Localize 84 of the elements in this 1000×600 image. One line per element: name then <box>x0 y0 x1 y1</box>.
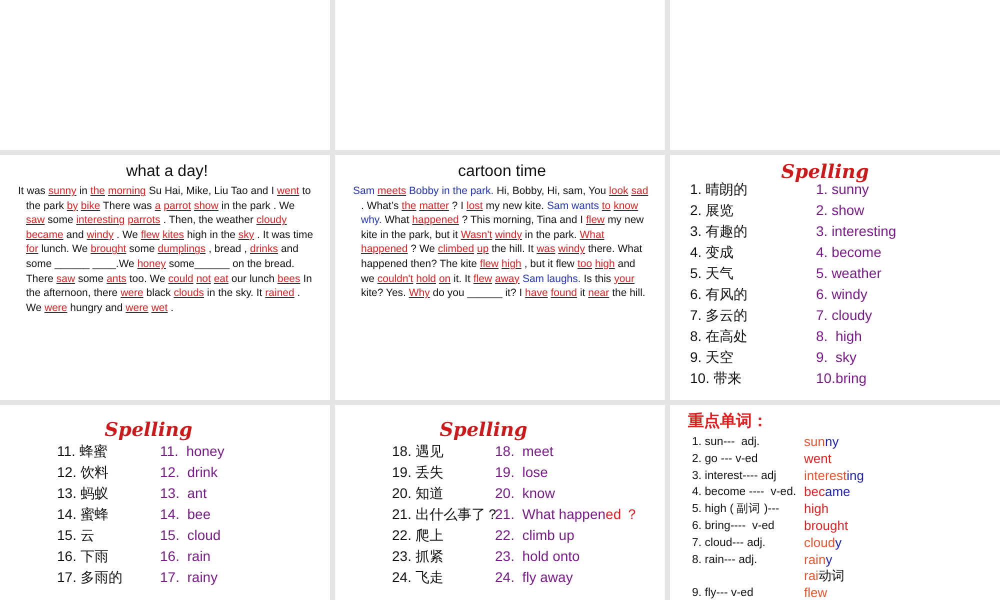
chinese-term: 21. 出什么事了？ <box>392 505 495 524</box>
chinese-term: 11. 蜂蜜 <box>57 442 108 461</box>
chinese-term: 6. 有风的 <box>690 285 749 304</box>
chinese-term: 4. 变成 <box>690 243 735 262</box>
slide-title: cartoon time <box>456 163 548 181</box>
english-word: 22. climb up <box>495 526 576 545</box>
slide-thumbnail[interactable] <box>670 405 1000 600</box>
word-form-rule: 8. rain--- adj. <box>692 552 758 568</box>
answer-word: sunny <box>804 434 840 451</box>
chinese-term: 3. 有趣的 <box>690 222 749 241</box>
chinese-term: 18. 遇见 <box>392 442 444 461</box>
english-word: 3. interesting <box>816 222 898 241</box>
english-word: 12. drink <box>160 463 219 482</box>
chinese-term: 1. 晴朗的 <box>690 180 749 199</box>
answer-word: went <box>804 450 832 468</box>
chinese-term: 5. 天气 <box>690 264 735 283</box>
slide-title: what a day! <box>125 163 209 181</box>
answer-word: cloudy <box>804 534 843 552</box>
answer-word: became <box>804 484 852 502</box>
answer-word: interesting <box>804 468 865 484</box>
slide-thumbnail[interactable] <box>0 155 330 400</box>
answer-word: brought <box>804 518 850 535</box>
slide-thumbnail[interactable]: Spelling 1. 晴朗的 1. sunny 2. 展览 2. show 3. 有趣的 3. interesting 4. 变成 4. become 5. 天气 5. weather 6. 有风的 6. windy 7. 多云的 7. cloudy 8. 在高处 8. high 9. 天空 9. sky 10. 带来 10.bring <box>670 155 1000 400</box>
answer-word: high <box>804 501 830 518</box>
chinese-term: 9. 天空 <box>690 348 735 367</box>
english-word: 17. rainy <box>160 568 219 587</box>
slide-thumbnail[interactable]: Spelling 11. 蜂蜜 11. honey 12. 饮料 12. drink 13. 蚂蚁 13. ant 14. 蜜蜂 14. bee 15. 云 15. cloud 16. 下雨 16. rain 17. 多雨的 17. rainy <box>0 405 330 600</box>
chinese-term: 14. 蜜蜂 <box>57 505 110 524</box>
slide-title: 重点单词： <box>688 411 769 432</box>
english-word: 14. bee <box>160 505 212 524</box>
english-word: 10.bring <box>816 369 868 388</box>
english-word: 4. become <box>816 243 882 262</box>
slide-title: Spelling <box>438 419 528 441</box>
chinese-term: 23. 抓紧 <box>392 547 444 566</box>
word-form-rule: 5. high ( 副词 )--- <box>692 502 780 518</box>
word-form-rule: 4. become ---- v-ed. <box>692 485 798 500</box>
answer-word: flew <box>804 585 828 600</box>
english-word: 8. high <box>816 327 863 346</box>
english-word: 21. What happened ？ <box>495 505 640 524</box>
chinese-term: 15. 云 <box>57 526 96 545</box>
word-form-rule: 1. sun--- adj. <box>692 435 761 450</box>
chinese-term: 2. 展览 <box>690 201 735 220</box>
english-word: 7. cloudy <box>816 306 874 325</box>
chinese-term: 13. 蚂蚁 <box>57 484 110 503</box>
english-word: 19. lose <box>495 463 549 482</box>
chinese-term: 20. 知道 <box>392 484 444 503</box>
slide-title: Spelling <box>780 161 870 183</box>
english-word: 2. show <box>816 201 866 220</box>
english-word: 24. fly away <box>495 568 574 587</box>
word-form-rule: 6. bring---- v-ed <box>692 518 776 534</box>
word-form-rule: 2. go --- v-ed <box>692 452 759 467</box>
english-word: 23. hold onto <box>495 547 581 566</box>
slide-thumbnail[interactable] <box>0 0 330 150</box>
word-form-rule: 3. interest---- adj <box>692 468 778 484</box>
english-word: 1. sunny <box>816 181 870 199</box>
english-word: 11. honey <box>160 442 226 461</box>
english-word: 20. know <box>495 484 556 503</box>
chinese-term: 7. 多云的 <box>690 306 749 325</box>
english-word: 9. sky <box>816 348 858 367</box>
answer-word: rainy <box>804 552 834 568</box>
chinese-term: 10. 带来 <box>690 369 742 388</box>
chinese-term: 12. 饮料 <box>57 463 110 482</box>
chinese-term: 19. 丢失 <box>392 463 444 482</box>
word-form-rule: 7. cloud--- adj. <box>692 536 767 551</box>
slide-title: Spelling <box>104 419 194 441</box>
english-word: 13. ant <box>160 484 208 503</box>
slide-thumbnail[interactable] <box>335 155 665 400</box>
chinese-term: 22. 爬上 <box>392 526 444 545</box>
slide-thumbnail[interactable]: Spelling 18. 遇见 18. meet 19. 丢失 19. lose 20. 知道 20. know 21. 出什么事了？21. What happened ？ 22. 爬上 22. climb up 23. 抓紧 23. hold onto 24. 飞走 24. fly away <box>335 405 665 600</box>
english-word: 5. weather <box>816 264 882 283</box>
chinese-term: 17. 多雨的 <box>57 568 124 587</box>
chinese-term: 24. 飞走 <box>392 568 444 587</box>
word-form-rule: 9. fly--- v-ed <box>692 586 754 600</box>
passage-text: Sam meets Bobby in the park. Hi, Bobby, Hi, sam, You look sad . What’s the matter ? I lost my new kite. Sam wants to know why. What happened ? This morning, Tina and I flew my new kite in the park, but it Wasn't windy in the park. What happened ? We climbed up the hill. It was windy there. What happened then? The kite flew high , but it flew too high and we couldn't hold on it. It flew away Sam laughs. Is this your kite? Yes. Why do you ______ it? I have found it near the hill. <box>353 184 650 301</box>
english-word: 15. cloud <box>160 526 222 545</box>
passage-text: It was sunny in the morning Su Hai, Mike, Liu Tao and I went to the park by bike There was a parrot show in the park . We saw some interesting parrots . Then, the weather cloudy became and windy . We flew kites high in the sky . It was time for lunch. We brought some dumplings , bread , drinks and some ______ ____.We honey some______ on the bread. There saw some ants too. We could not eat our lunch bees In the afternoon, there were black clouds in the sky. It rained . We were hungry and were wet . <box>18 184 314 316</box>
chinese-term: 16. 下雨 <box>57 547 110 566</box>
slide-thumbnail[interactable] <box>335 0 665 150</box>
english-word: 16. rain <box>160 547 212 566</box>
chinese-term: 8. 在高处 <box>690 327 749 346</box>
english-word: 6. windy <box>816 285 868 304</box>
slide-thumbnail[interactable] <box>670 0 1000 150</box>
english-word: 18. meet <box>495 442 554 461</box>
answer-word: rai动词 <box>804 568 846 586</box>
